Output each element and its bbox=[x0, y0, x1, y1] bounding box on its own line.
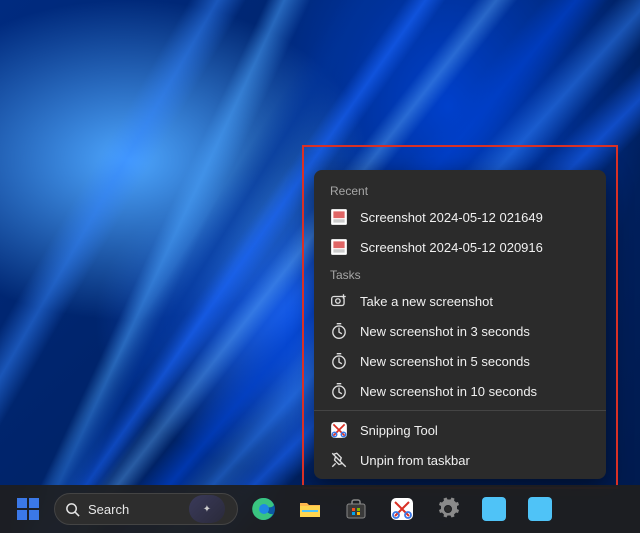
recent-item-0[interactable]: Screenshot 2024-05-12 021649 bbox=[314, 202, 606, 232]
timer-5-icon bbox=[330, 352, 348, 370]
app-icon bbox=[528, 497, 552, 521]
menu-item-label: Take a new screenshot bbox=[360, 294, 493, 309]
section-header-tasks: Tasks bbox=[314, 262, 606, 286]
task-new-screenshot[interactable]: Take a new screenshot bbox=[314, 286, 606, 316]
snipping-tool-icon bbox=[390, 497, 414, 521]
edge-icon bbox=[252, 497, 276, 521]
start-button[interactable] bbox=[8, 489, 48, 529]
menu-item-label: Screenshot 2024-05-12 021649 bbox=[360, 210, 543, 225]
taskbar: Search ✦ bbox=[0, 485, 640, 533]
task-screenshot-3s[interactable]: New screenshot in 3 seconds bbox=[314, 316, 606, 346]
menu-item-label: New screenshot in 5 seconds bbox=[360, 354, 530, 369]
snipping-tool-icon bbox=[330, 421, 348, 439]
taskbar-search[interactable]: Search ✦ bbox=[54, 493, 238, 525]
taskbar-app-explorer[interactable] bbox=[290, 489, 330, 529]
app-icon bbox=[482, 497, 506, 521]
taskbar-app-settings[interactable] bbox=[428, 489, 468, 529]
search-icon bbox=[65, 502, 80, 517]
menu-item-label: Screenshot 2024-05-12 020916 bbox=[360, 240, 543, 255]
taskbar-jumplist: Recent Screenshot 2024-05-12 021649 Scre… bbox=[314, 170, 606, 479]
camera-plus-icon bbox=[330, 292, 348, 310]
section-header-recent: Recent bbox=[314, 178, 606, 202]
menu-item-label: Unpin from taskbar bbox=[360, 453, 470, 468]
gear-icon bbox=[436, 497, 460, 521]
timer-10-icon bbox=[330, 382, 348, 400]
microsoft-store-icon bbox=[344, 497, 368, 521]
unpin-from-taskbar[interactable]: Unpin from taskbar bbox=[314, 445, 606, 475]
menu-item-label: Snipping Tool bbox=[360, 423, 438, 438]
search-highlight-widget[interactable]: ✦ bbox=[189, 495, 225, 523]
image-file-icon bbox=[330, 208, 348, 226]
taskbar-app-store[interactable] bbox=[336, 489, 376, 529]
menu-divider bbox=[314, 410, 606, 411]
windows-logo-icon bbox=[17, 498, 39, 520]
app-entry-snipping-tool[interactable]: Snipping Tool bbox=[314, 415, 606, 445]
recent-item-1[interactable]: Screenshot 2024-05-12 020916 bbox=[314, 232, 606, 262]
menu-item-label: New screenshot in 10 seconds bbox=[360, 384, 537, 399]
file-explorer-icon bbox=[298, 497, 322, 521]
unpin-icon bbox=[330, 451, 348, 469]
task-screenshot-10s[interactable]: New screenshot in 10 seconds bbox=[314, 376, 606, 406]
search-placeholder: Search bbox=[88, 502, 129, 517]
timer-3-icon bbox=[330, 322, 348, 340]
image-file-icon bbox=[330, 238, 348, 256]
taskbar-app-snipping-tool[interactable] bbox=[382, 489, 422, 529]
taskbar-app-generic-2[interactable] bbox=[520, 489, 560, 529]
menu-item-label: New screenshot in 3 seconds bbox=[360, 324, 530, 339]
taskbar-app-edge[interactable] bbox=[244, 489, 284, 529]
task-screenshot-5s[interactable]: New screenshot in 5 seconds bbox=[314, 346, 606, 376]
taskbar-app-generic-1[interactable] bbox=[474, 489, 514, 529]
